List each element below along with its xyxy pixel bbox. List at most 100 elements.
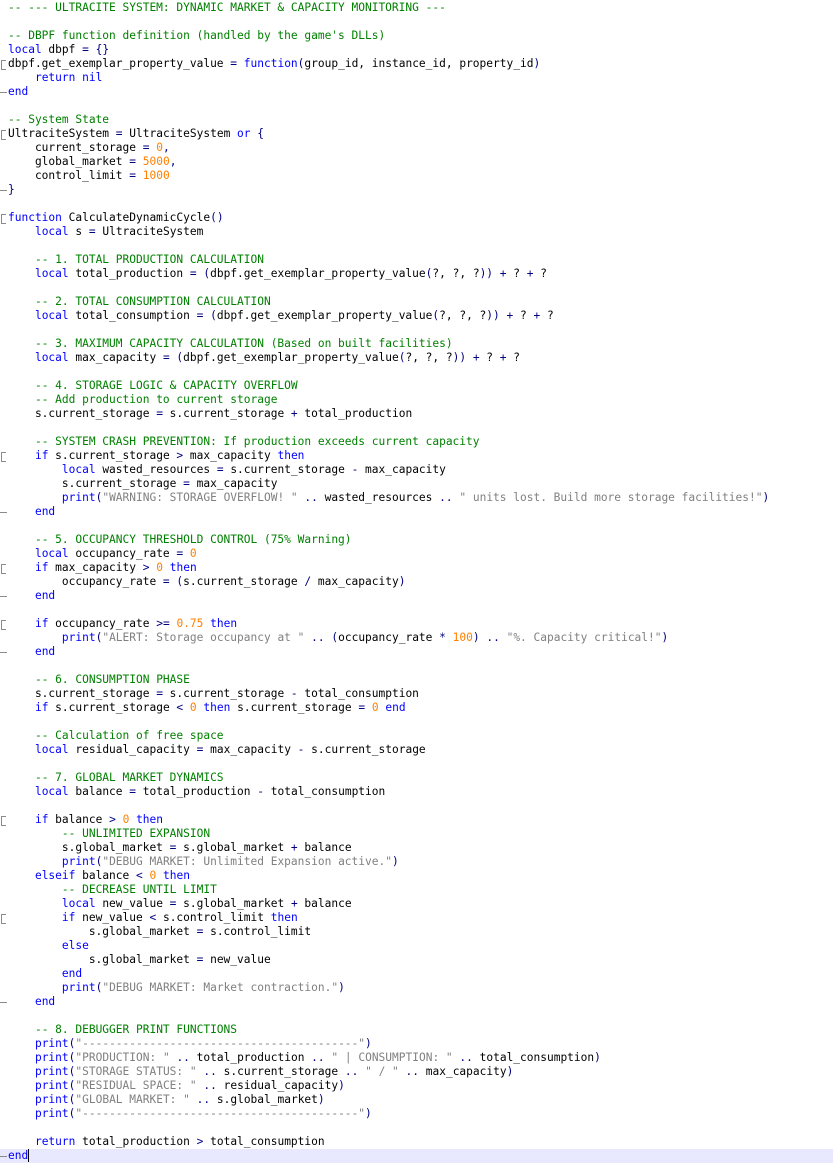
code-line[interactable] xyxy=(0,239,833,253)
code-line[interactable]: s.global_market = new_value xyxy=(0,953,833,967)
code-line[interactable]: local wasted_resources = s.current_stora… xyxy=(0,463,833,477)
code-line[interactable]: if s.current_storage < 0 then s.current_… xyxy=(0,701,833,715)
code-line[interactable]: end xyxy=(0,967,833,981)
code-line[interactable]: end xyxy=(0,85,833,99)
code-line[interactable]: print("PRODUCTION: " .. total_production… xyxy=(0,1051,833,1065)
code-line[interactable]: return total_production > total_consumpt… xyxy=(0,1135,833,1149)
code-line[interactable]: else xyxy=(0,939,833,953)
code-line[interactable]: -- 5. OCCUPANCY THRESHOLD CONTROL (75% W… xyxy=(0,533,833,547)
code-line[interactable]: local dbpf = {} xyxy=(0,43,833,57)
code-line[interactable]: -- 1. TOTAL PRODUCTION CALCULATION xyxy=(0,253,833,267)
code-token: total_consumption xyxy=(472,1051,595,1064)
code-line[interactable]: end xyxy=(0,505,833,519)
code-line[interactable] xyxy=(0,421,833,435)
code-line[interactable] xyxy=(0,757,833,771)
code-line[interactable]: s.current_storage = max_capacity xyxy=(0,477,833,491)
code-line[interactable] xyxy=(0,365,833,379)
code-line[interactable]: dbpf.get_exemplar_property_value = funct… xyxy=(0,57,833,71)
code-line[interactable]: -- Calculation of free space xyxy=(0,729,833,743)
code-line[interactable]: -- DECREASE UNTIL LIMIT xyxy=(0,883,833,897)
code-line[interactable]: local s = UltraciteSystem xyxy=(0,225,833,239)
code-text: print("DEBUG MARKET: Market contraction.… xyxy=(8,981,345,995)
code-text: local occupancy_rate = 0 xyxy=(8,547,197,561)
code-line[interactable]: -- --- ULTRACITE SYSTEM: DYNAMIC MARKET … xyxy=(0,1,833,15)
code-line[interactable]: print("GLOBAL MARKET: " .. s.global_mark… xyxy=(0,1093,833,1107)
code-lines[interactable]: -- --- ULTRACITE SYSTEM: DYNAMIC MARKET … xyxy=(0,1,833,1163)
code-line[interactable] xyxy=(0,323,833,337)
code-line[interactable]: print("STORAGE STATUS: " .. s.current_st… xyxy=(0,1065,833,1079)
fold-toggle-icon[interactable] xyxy=(0,449,8,463)
code-line[interactable]: control_limit = 1000 xyxy=(0,169,833,183)
code-line[interactable]: if occupancy_rate >= 0.75 then xyxy=(0,617,833,631)
code-line[interactable]: local occupancy_rate = 0 xyxy=(0,547,833,561)
code-line[interactable] xyxy=(0,1121,833,1135)
code-line[interactable]: -- 4. STORAGE LOGIC & CAPACITY OVERFLOW xyxy=(0,379,833,393)
code-line[interactable]: local total_production = (dbpf.get_exemp… xyxy=(0,267,833,281)
code-line[interactable]: if s.current_storage > max_capacity then xyxy=(0,449,833,463)
code-line[interactable] xyxy=(0,281,833,295)
code-editor[interactable]: -- --- ULTRACITE SYSTEM: DYNAMIC MARKET … xyxy=(0,0,833,1174)
code-line[interactable]: -- 6. CONSUMPTION PHASE xyxy=(0,673,833,687)
code-line[interactable]: if new_value < s.control_limit then xyxy=(0,911,833,925)
code-line[interactable]: global_market = 5000, xyxy=(0,155,833,169)
code-line[interactable] xyxy=(0,1009,833,1023)
code-line[interactable]: -- DBPF function definition (handled by … xyxy=(0,29,833,43)
code-line[interactable]: s.current_storage = s.current_storage + … xyxy=(0,407,833,421)
code-line[interactable]: local total_consumption = (dbpf.get_exem… xyxy=(0,309,833,323)
code-line[interactable]: local residual_capacity = max_capacity -… xyxy=(0,743,833,757)
code-line[interactable]: } xyxy=(0,183,833,197)
code-line[interactable] xyxy=(0,603,833,617)
code-line[interactable]: if balance > 0 then xyxy=(0,813,833,827)
code-line[interactable] xyxy=(0,659,833,673)
code-line[interactable] xyxy=(0,715,833,729)
code-line[interactable]: UltraciteSystem = UltraciteSystem or { xyxy=(0,127,833,141)
code-line[interactable] xyxy=(0,15,833,29)
code-line[interactable]: return nil xyxy=(0,71,833,85)
code-line[interactable]: print("---------------------------------… xyxy=(0,1107,833,1121)
code-line[interactable]: -- UNLIMITED EXPANSION xyxy=(0,827,833,841)
code-line[interactable]: end xyxy=(0,995,833,1009)
code-line[interactable]: occupancy_rate = (s.current_storage / ma… xyxy=(0,575,833,589)
fold-toggle-icon[interactable] xyxy=(0,911,8,925)
code-line[interactable] xyxy=(0,799,833,813)
code-line[interactable]: local max_capacity = (dbpf.get_exemplar_… xyxy=(0,351,833,365)
code-line[interactable]: print("RESIDUAL SPACE: " .. residual_cap… xyxy=(0,1079,833,1093)
code-line[interactable]: s.global_market = s.global_market + bala… xyxy=(0,841,833,855)
fold-toggle-icon[interactable] xyxy=(0,617,8,631)
code-line[interactable] xyxy=(0,99,833,113)
code-line[interactable]: function CalculateDynamicCycle() xyxy=(0,211,833,225)
fold-toggle-icon[interactable] xyxy=(0,57,8,71)
code-line[interactable]: -- Add production to current storage xyxy=(0,393,833,407)
code-line[interactable] xyxy=(0,197,833,211)
fold-toggle-icon[interactable] xyxy=(0,127,8,141)
fold-toggle-icon[interactable] xyxy=(0,211,8,225)
code-token: -- SYSTEM CRASH PREVENTION: If productio… xyxy=(34,435,480,448)
code-line[interactable]: s.global_market = s.control_limit xyxy=(0,925,833,939)
code-line[interactable]: s.current_storage = s.current_storage - … xyxy=(0,687,833,701)
code-line[interactable]: -- 8. DEBUGGER PRINT FUNCTIONS xyxy=(0,1023,833,1037)
fold-toggle-icon[interactable] xyxy=(0,561,8,575)
code-line[interactable]: print("WARNING: STORAGE OVERFLOW! " .. w… xyxy=(0,491,833,505)
code-line[interactable]: end xyxy=(0,645,833,659)
code-line[interactable]: print("ALERT: Storage occupancy at " .. … xyxy=(0,631,833,645)
code-line[interactable]: -- 2. TOTAL CONSUMPTION CALCULATION xyxy=(0,295,833,309)
code-line[interactable]: local balance = total_production - total… xyxy=(0,785,833,799)
code-line[interactable]: print("DEBUG MARKET: Market contraction.… xyxy=(0,981,833,995)
code-line[interactable]: if max_capacity > 0 then xyxy=(0,561,833,575)
code-line[interactable]: current_storage = 0, xyxy=(0,141,833,155)
code-line[interactable]: -- System State xyxy=(0,113,833,127)
code-line[interactable]: -- 3. MAXIMUM CAPACITY CALCULATION (Base… xyxy=(0,337,833,351)
code-line[interactable]: print("DEBUG MARKET: Unlimited Expansion… xyxy=(0,855,833,869)
code-line[interactable]: -- SYSTEM CRASH PREVENTION: If productio… xyxy=(0,435,833,449)
code-line[interactable]: print("---------------------------------… xyxy=(0,1037,833,1051)
code-line[interactable]: -- 7. GLOBAL MARKET DYNAMICS xyxy=(0,771,833,785)
code-line[interactable]: elseif balance < 0 then xyxy=(0,869,833,883)
fold-toggle-icon[interactable] xyxy=(0,813,8,827)
code-line[interactable]: end xyxy=(0,1149,833,1163)
code-line[interactable]: local new_value = s.global_market + bala… xyxy=(0,897,833,911)
code-line[interactable]: end xyxy=(0,589,833,603)
code-line[interactable] xyxy=(0,519,833,533)
